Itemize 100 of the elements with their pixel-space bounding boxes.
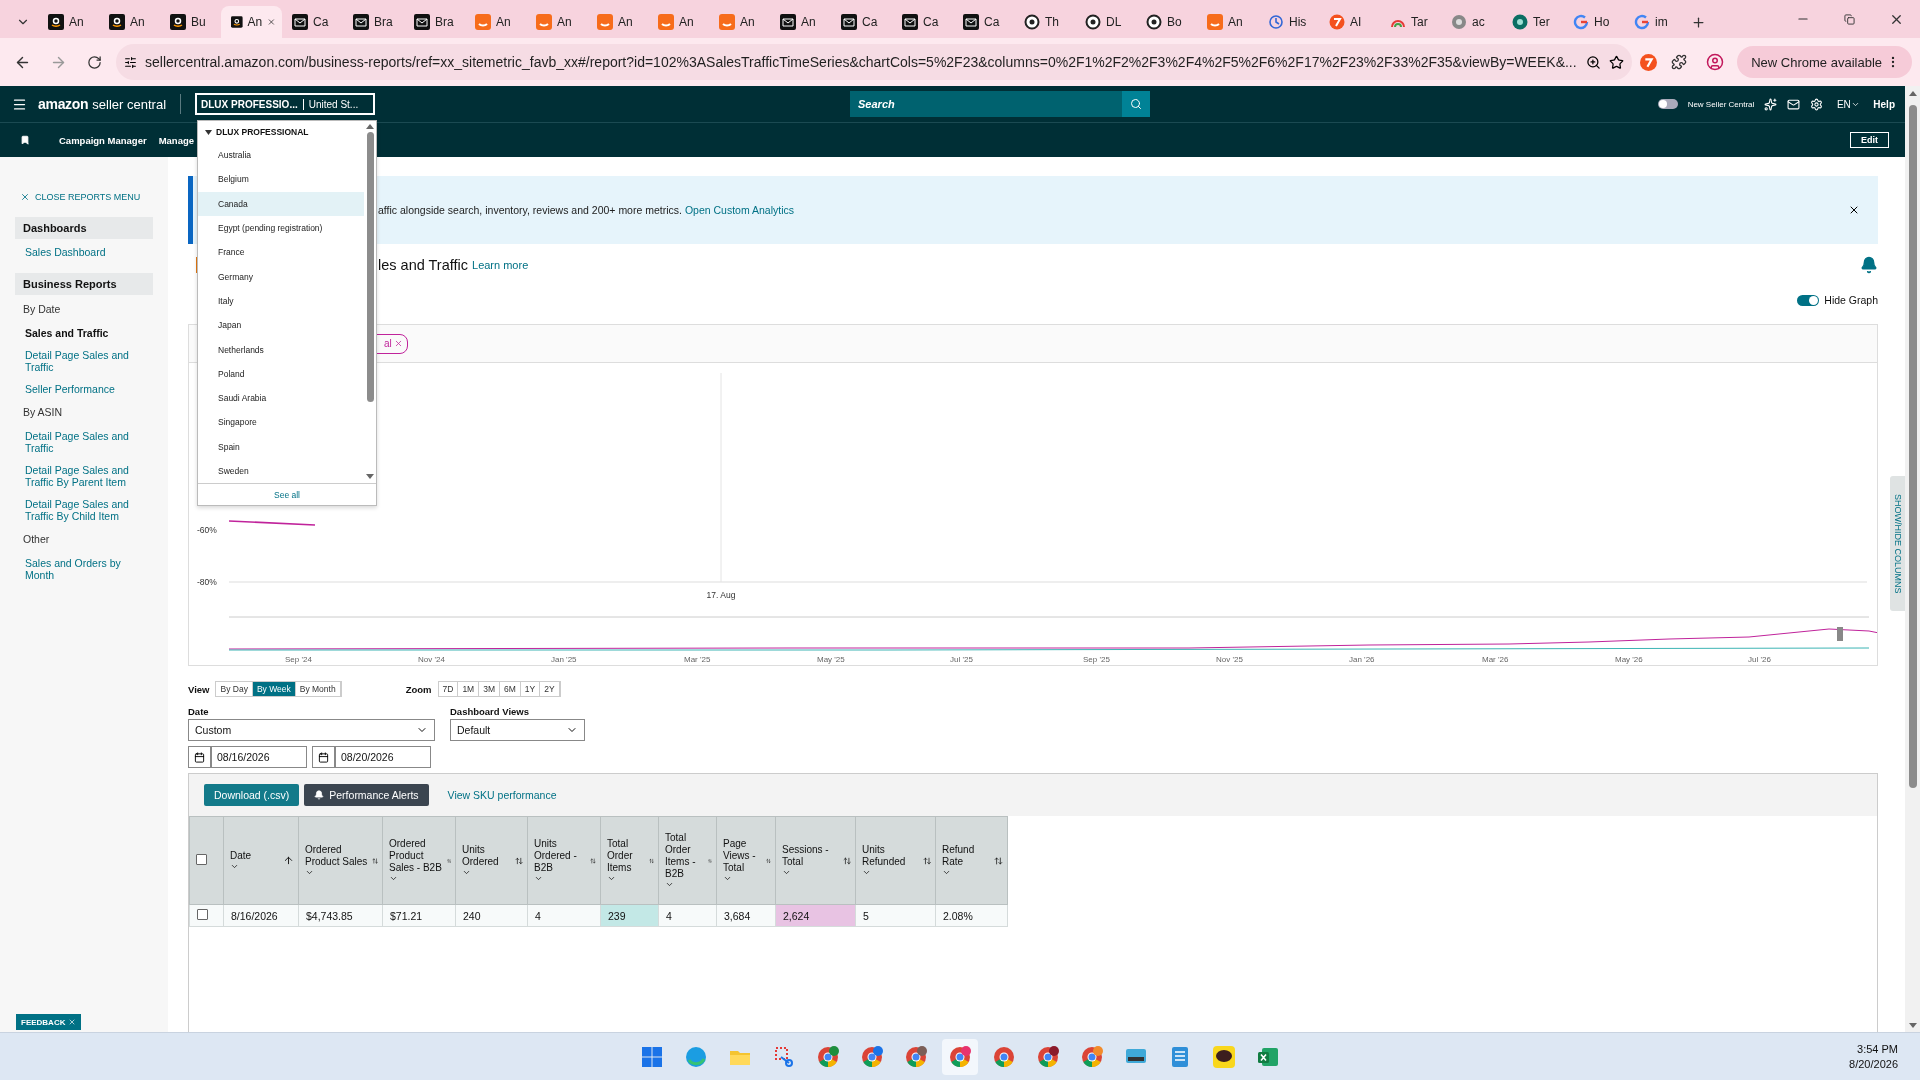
close-reports-menu-link[interactable]: CLOSE REPORTS MENU — [20, 192, 153, 202]
hide-graph-label: Hide Graph — [1824, 294, 1878, 306]
performance-alerts-button[interactable]: Performance Alerts — [304, 784, 429, 806]
learn-more-link[interactable]: Learn more — [472, 259, 529, 271]
column-header[interactable]: Refund Rate — [935, 816, 1008, 905]
sidebar-link[interactable]: Detail Page Sales and Traffic — [15, 342, 153, 376]
column-header[interactable]: Date — [223, 816, 299, 905]
column-header[interactable]: Ordered Product Sales - B2B — [382, 816, 456, 905]
sidebar-link[interactable]: Seller Performance — [15, 376, 153, 398]
end-date-field[interactable]: 08/20/2026 — [335, 746, 431, 768]
browser-tab[interactable]: An — [1197, 6, 1258, 38]
open-custom-analytics-link[interactable]: Open Custom Analytics — [684, 204, 795, 216]
marketplace-option[interactable]: Canada — [198, 191, 364, 216]
column-header[interactable]: Page Views - Total — [716, 816, 776, 905]
start-date-field[interactable]: 08/16/2026 — [211, 746, 307, 768]
browser-tab[interactable]: Ca — [282, 6, 343, 38]
bell-icon[interactable] — [1860, 256, 1878, 274]
column-header[interactable]: Total Order Items - B2B — [658, 816, 717, 905]
view-option[interactable]: By Week — [252, 682, 296, 696]
calendar-button[interactable] — [312, 746, 335, 768]
browser-tab[interactable]: Ca — [953, 6, 1014, 38]
sidebar-link[interactable]: Detail Page Sales and Traffic By Child Item — [15, 491, 153, 525]
bookmark-star-icon[interactable] — [1609, 54, 1625, 70]
browser-tab[interactable]: Th — [1014, 6, 1075, 38]
site-info-icon[interactable] — [124, 55, 137, 69]
browser-tab[interactable]: An — [38, 6, 99, 38]
browser-tab[interactable]: DL — [1075, 6, 1136, 38]
close-icon[interactable] — [1848, 204, 1860, 216]
sort-icon[interactable] — [514, 855, 523, 866]
browser-tab[interactable]: An — [587, 6, 648, 38]
scrollbar-thumb[interactable] — [366, 132, 374, 402]
edit-button[interactable]: Edit — [1850, 132, 1889, 148]
sparkle-icon[interactable] — [1764, 97, 1778, 111]
zoom-icon[interactable] — [1586, 54, 1602, 70]
sort-ascending-icon[interactable] — [283, 855, 294, 866]
account-heading[interactable]: DLUX PROFESSIONAL — [198, 121, 364, 143]
browser-tab[interactable]: An — [465, 6, 526, 38]
column-header[interactable]: Total Order Items — [600, 816, 659, 905]
scroll-down-icon[interactable] — [366, 474, 374, 480]
browser-tab[interactable]: An — [221, 6, 282, 38]
language-selector[interactable]: EN — [1833, 90, 1864, 118]
show-hide-columns-tab[interactable]: SHOW/HIDE COLUMNS — [1890, 476, 1905, 611]
nav-link[interactable]: Manage — [158, 134, 194, 146]
browser-tab[interactable]: im — [1624, 6, 1685, 38]
extension-icon[interactable] — [1640, 53, 1658, 71]
sort-icon[interactable] — [371, 855, 378, 866]
browser-tab[interactable]: His — [1258, 6, 1319, 38]
marketplace-picker[interactable]: DLUX PROFESSIO... United St... — [195, 93, 376, 115]
browser-tab[interactable]: AI — [1319, 6, 1380, 38]
browser-tab[interactable]: Ca — [892, 6, 953, 38]
sidebar-link[interactable]: Detail Page Sales and Traffic By Parent Item — [15, 457, 153, 491]
sidebar-link[interactable]: Sales and Orders by Month — [15, 550, 153, 584]
browser-tab[interactable]: Ca — [831, 6, 892, 38]
update-button[interactable]: New Chrome available — [1737, 46, 1912, 78]
search-button[interactable] — [1122, 91, 1151, 117]
column-header[interactable]: Units Ordered — [455, 816, 528, 905]
sidebar-link[interactable]: Sales Dashboard — [15, 239, 153, 261]
search-field[interactable]: Search — [850, 91, 1123, 117]
select-all-checkbox[interactable] — [196, 854, 207, 865]
clock-time: 3:54 PM — [1857, 1043, 1898, 1055]
view-sku-performance-link[interactable]: View SKU performance — [447, 789, 557, 801]
row-checkbox[interactable] — [197, 909, 208, 920]
column-header[interactable]: Ordered Product Sales — [298, 816, 383, 905]
browser-tab[interactable]: An — [648, 6, 709, 38]
browser-tab[interactable]: Bo — [1136, 6, 1197, 38]
mail-icon[interactable] — [1787, 97, 1801, 111]
help-link[interactable]: Help — [1873, 98, 1895, 110]
browser-tab[interactable]: Bu — [160, 6, 221, 38]
browser-tab[interactable]: Ho — [1563, 6, 1624, 38]
browser-tab[interactable]: ac — [1441, 6, 1502, 38]
browser-tab[interactable]: An — [770, 6, 831, 38]
date-range-select[interactable]: Custom — [188, 719, 435, 741]
sort-icon[interactable] — [590, 855, 596, 866]
sidebar-link[interactable]: Sales and Traffic — [15, 320, 153, 342]
browser-tab[interactable]: An — [709, 6, 770, 38]
calendar-button[interactable] — [188, 746, 211, 768]
browser-tab[interactable]: Ter — [1502, 6, 1563, 38]
sort-icon[interactable] — [994, 855, 1003, 866]
see-all-link[interactable]: See all — [198, 483, 376, 505]
sidebar-link[interactable]: Detail Page Sales and Traffic — [15, 423, 153, 457]
browser-tab[interactable]: Tar — [1380, 6, 1441, 38]
column-header[interactable]: Units Refunded — [855, 816, 936, 905]
sort-icon[interactable] — [922, 855, 931, 866]
range-handle[interactable] — [1837, 627, 1843, 641]
column-header[interactable]: Units Ordered - B2B — [527, 816, 601, 905]
dashboard-views-select[interactable]: Default — [450, 719, 585, 741]
sort-icon[interactable] — [842, 855, 851, 866]
browser-tab[interactable]: Bra — [343, 6, 404, 38]
column-header[interactable]: Sessions - Total — [775, 816, 856, 905]
feedback-button[interactable]: FEEDBACK — [16, 1014, 82, 1030]
settings-icon[interactable] — [1810, 97, 1824, 111]
bookmark-icon[interactable] — [20, 135, 30, 145]
hide-graph-toggle[interactable] — [1797, 294, 1820, 306]
download-button[interactable]: Download (.csv) — [204, 784, 300, 806]
browser-tab[interactable]: An — [526, 6, 587, 38]
browser-tab[interactable]: Bra — [404, 6, 465, 38]
url-text: sellercentral.amazon.com/business-reports/ref=xx_sitemetric_favb_xx#/report?id=102%3ASalesTrafficTimeSeries&chartCols=5%2F23&columns=0%2F1%2F2%2F3%2F4%2F5%2F6%2F17%2F23%2F33%2F35&viewBy=WEEK&... — [145, 54, 1578, 70]
browser-tab[interactable]: An — [99, 6, 160, 38]
toggle-switch[interactable] — [1657, 99, 1678, 109]
nav-link[interactable]: Campaign Manager — [59, 134, 147, 146]
